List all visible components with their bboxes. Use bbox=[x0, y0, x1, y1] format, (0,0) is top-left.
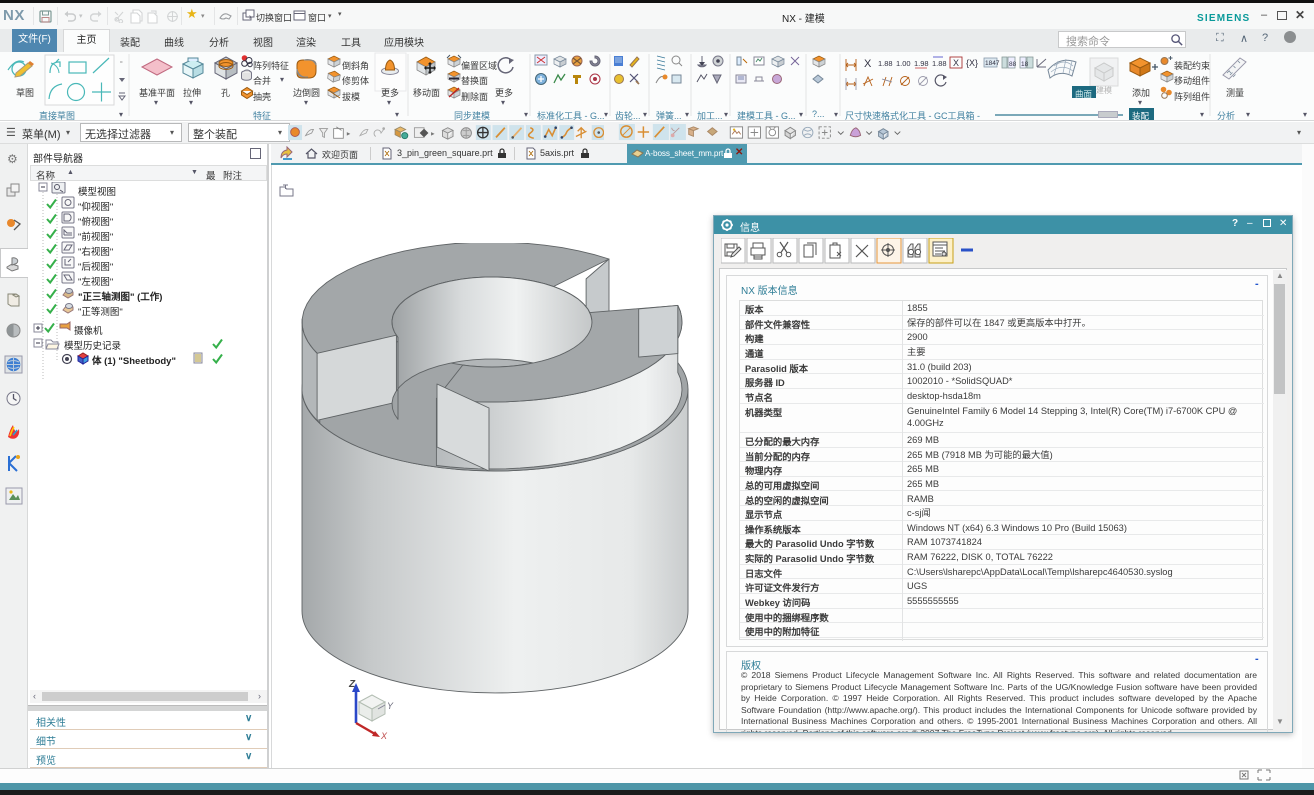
svg-text:Y: Y bbox=[387, 701, 394, 711]
svg-text:18: 18 bbox=[1021, 61, 1029, 68]
svg-text:88: 88 bbox=[1009, 61, 1017, 68]
svg-text:1847: 1847 bbox=[985, 60, 1000, 67]
svg-text:Z: Z bbox=[348, 679, 356, 690]
svg-text:1.88: 1.88 bbox=[878, 59, 893, 68]
svg-text:1.00: 1.00 bbox=[896, 59, 911, 68]
svg-text:X: X bbox=[864, 58, 872, 70]
svg-text:X: X bbox=[953, 58, 959, 68]
svg-text:{X}: {X} bbox=[966, 58, 978, 68]
svg-text:1.98: 1.98 bbox=[914, 59, 929, 68]
svg-text:1.88: 1.88 bbox=[932, 59, 947, 68]
svg-text:X: X bbox=[380, 731, 388, 741]
